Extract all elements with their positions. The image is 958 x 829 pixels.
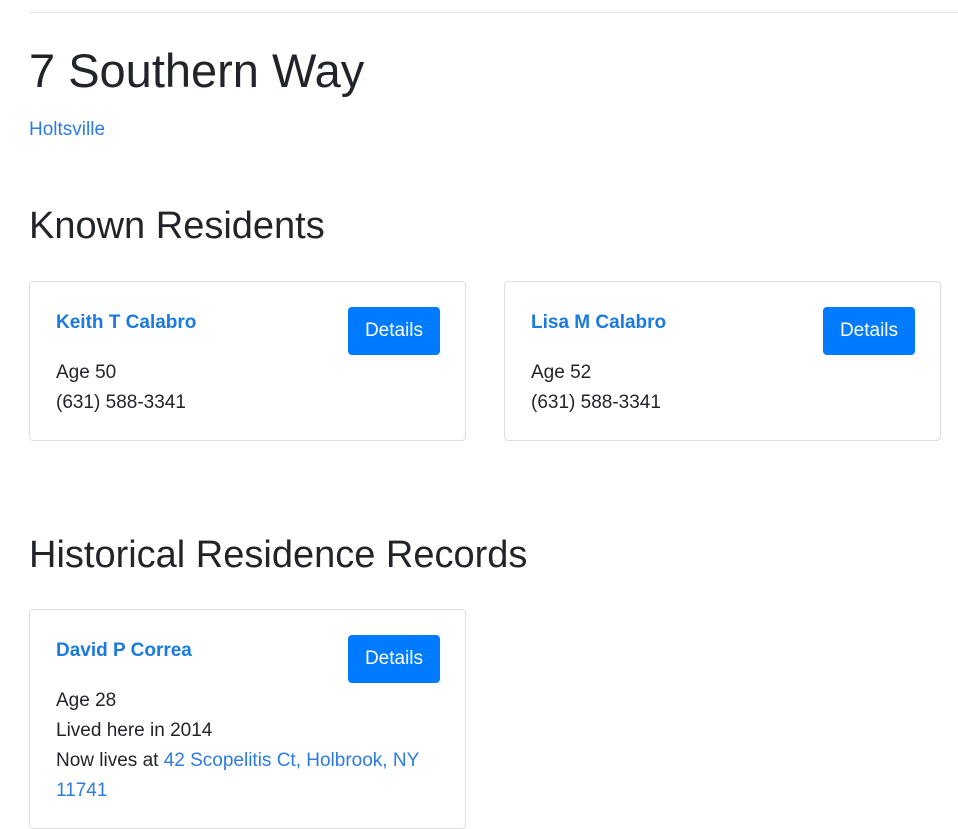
resident-name-link[interactable]: Keith T Calabro <box>56 311 196 336</box>
resident-info: Age 28 Lived here in 2014 Now lives at 4… <box>56 686 446 806</box>
now-lives-line: Now lives at 42 Scopelitis Ct, Holbrook,… <box>56 746 446 806</box>
details-button[interactable]: Details <box>823 307 915 355</box>
city-link[interactable]: Holtsville <box>29 117 105 144</box>
resident-name-link[interactable]: David P Correa <box>56 639 192 664</box>
resident-name-link[interactable]: Lisa M Calabro <box>531 311 666 336</box>
resident-age: Age 52 <box>531 362 592 383</box>
details-button[interactable]: Details <box>348 635 440 683</box>
resident-phone: (631) 588-3341 <box>531 392 661 413</box>
resident-card: Keith T Calabro Details Age 50 (631) 588… <box>29 281 466 441</box>
resident-info: Age 50 (631) 588-3341 <box>56 358 446 418</box>
page-title: 7 Southern Way <box>29 44 365 97</box>
historical-resident-card: David P Correa Details Age 28 Lived here… <box>29 609 466 829</box>
resident-age: Age 50 <box>56 362 117 383</box>
resident-card: Lisa M Calabro Details Age 52 (631) 588-… <box>504 281 941 441</box>
resident-phone: (631) 588-3341 <box>56 392 186 413</box>
details-button[interactable]: Details <box>348 307 440 355</box>
lived-here-text: Lived here in 2014 <box>56 720 213 741</box>
top-divider <box>29 12 958 13</box>
now-lives-label: Now lives at <box>56 750 164 771</box>
historical-records-heading: Historical Residence Records <box>29 534 528 576</box>
resident-age: Age 28 <box>56 690 117 711</box>
known-residents-heading: Known Residents <box>29 205 325 247</box>
resident-info: Age 52 (631) 588-3341 <box>531 358 921 418</box>
